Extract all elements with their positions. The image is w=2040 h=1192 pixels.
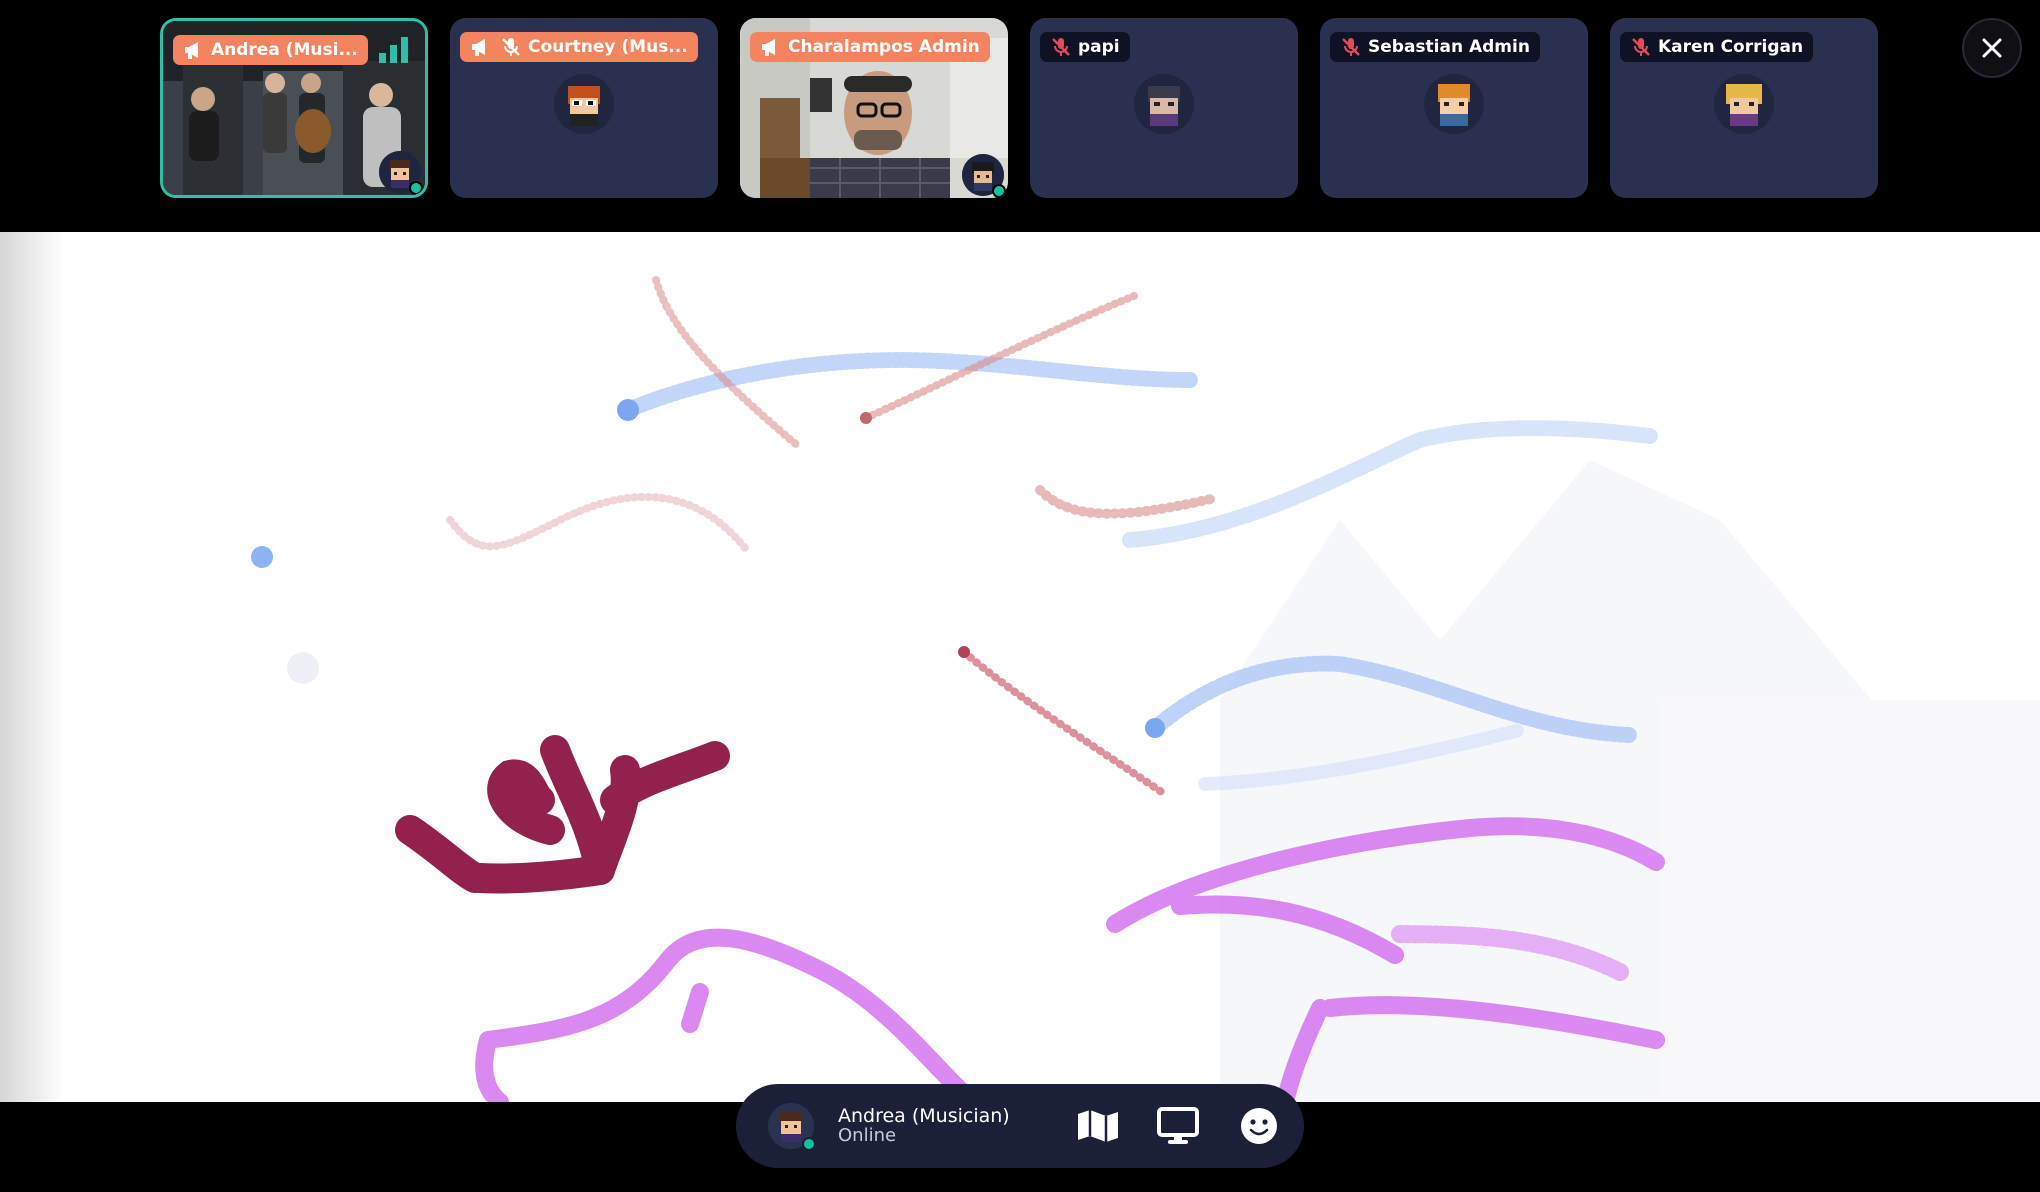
screen-share-icon bbox=[1157, 1107, 1200, 1144]
megaphone-icon bbox=[468, 36, 494, 58]
participant-tile-papi[interactable]: papi bbox=[1030, 18, 1298, 198]
map-button[interactable] bbox=[1071, 1097, 1125, 1155]
participant-tile-andrea[interactable]: Andrea (Musi... bbox=[160, 18, 428, 198]
participant-tile-charalampos[interactable]: Charalampos Admin bbox=[740, 18, 1008, 198]
whiteboard-canvas[interactable] bbox=[0, 232, 2040, 1102]
participant-tile-sebastian[interactable]: Sebastian Admin bbox=[1320, 18, 1588, 198]
participant-name-tag: Sebastian Admin bbox=[1330, 32, 1540, 62]
avatar bbox=[379, 151, 423, 195]
avatar bbox=[1134, 74, 1194, 134]
screen-share-button[interactable] bbox=[1151, 1097, 1205, 1155]
online-indicator bbox=[802, 1137, 816, 1151]
participant-name-tag: Karen Corrigan bbox=[1620, 32, 1814, 62]
participant-tile-courtney[interactable]: Courtney (Mus... bbox=[450, 18, 718, 198]
whiteboard-drawing bbox=[251, 276, 2040, 1102]
avatar bbox=[1424, 74, 1484, 134]
online-indicator bbox=[409, 181, 423, 195]
avatar bbox=[554, 74, 614, 134]
megaphone-icon bbox=[181, 39, 207, 61]
canvas-edge-shadow bbox=[0, 232, 64, 1102]
microphone-off-icon bbox=[1628, 36, 1654, 58]
avatar[interactable] bbox=[768, 1103, 816, 1151]
online-indicator bbox=[992, 184, 1006, 198]
close-button[interactable] bbox=[1962, 18, 2022, 78]
participant-strip: Andrea (Musi... Courtney (Mus... Charala… bbox=[0, 0, 2040, 232]
emoji-icon bbox=[1240, 1108, 1277, 1144]
avatar bbox=[1714, 74, 1774, 134]
emoji-button[interactable] bbox=[1232, 1097, 1286, 1155]
avatar bbox=[962, 154, 1006, 198]
user-name: Andrea (Musician) bbox=[838, 1105, 1010, 1127]
participant-name-tag: papi bbox=[1040, 32, 1130, 62]
microphone-off-icon bbox=[1048, 36, 1074, 58]
close-icon bbox=[1982, 38, 2002, 58]
participant-name-tag: Charalampos Admin bbox=[750, 32, 990, 62]
map-icon bbox=[1077, 1110, 1118, 1142]
microphone-off-icon bbox=[1338, 36, 1364, 58]
participant-name-tag: Andrea (Musi... bbox=[173, 35, 368, 65]
megaphone-icon bbox=[758, 36, 784, 58]
user-status: Online bbox=[838, 1125, 897, 1146]
user-info[interactable]: Andrea (Musician) Online bbox=[838, 1105, 1045, 1146]
microphone-off-icon bbox=[498, 36, 524, 58]
participant-tile-karen[interactable]: Karen Corrigan bbox=[1610, 18, 1878, 198]
control-dock: Andrea (Musician) Online bbox=[736, 1084, 1304, 1168]
participant-name-tag: Courtney (Mus... bbox=[460, 32, 698, 62]
connection-signal-icon bbox=[379, 37, 408, 63]
